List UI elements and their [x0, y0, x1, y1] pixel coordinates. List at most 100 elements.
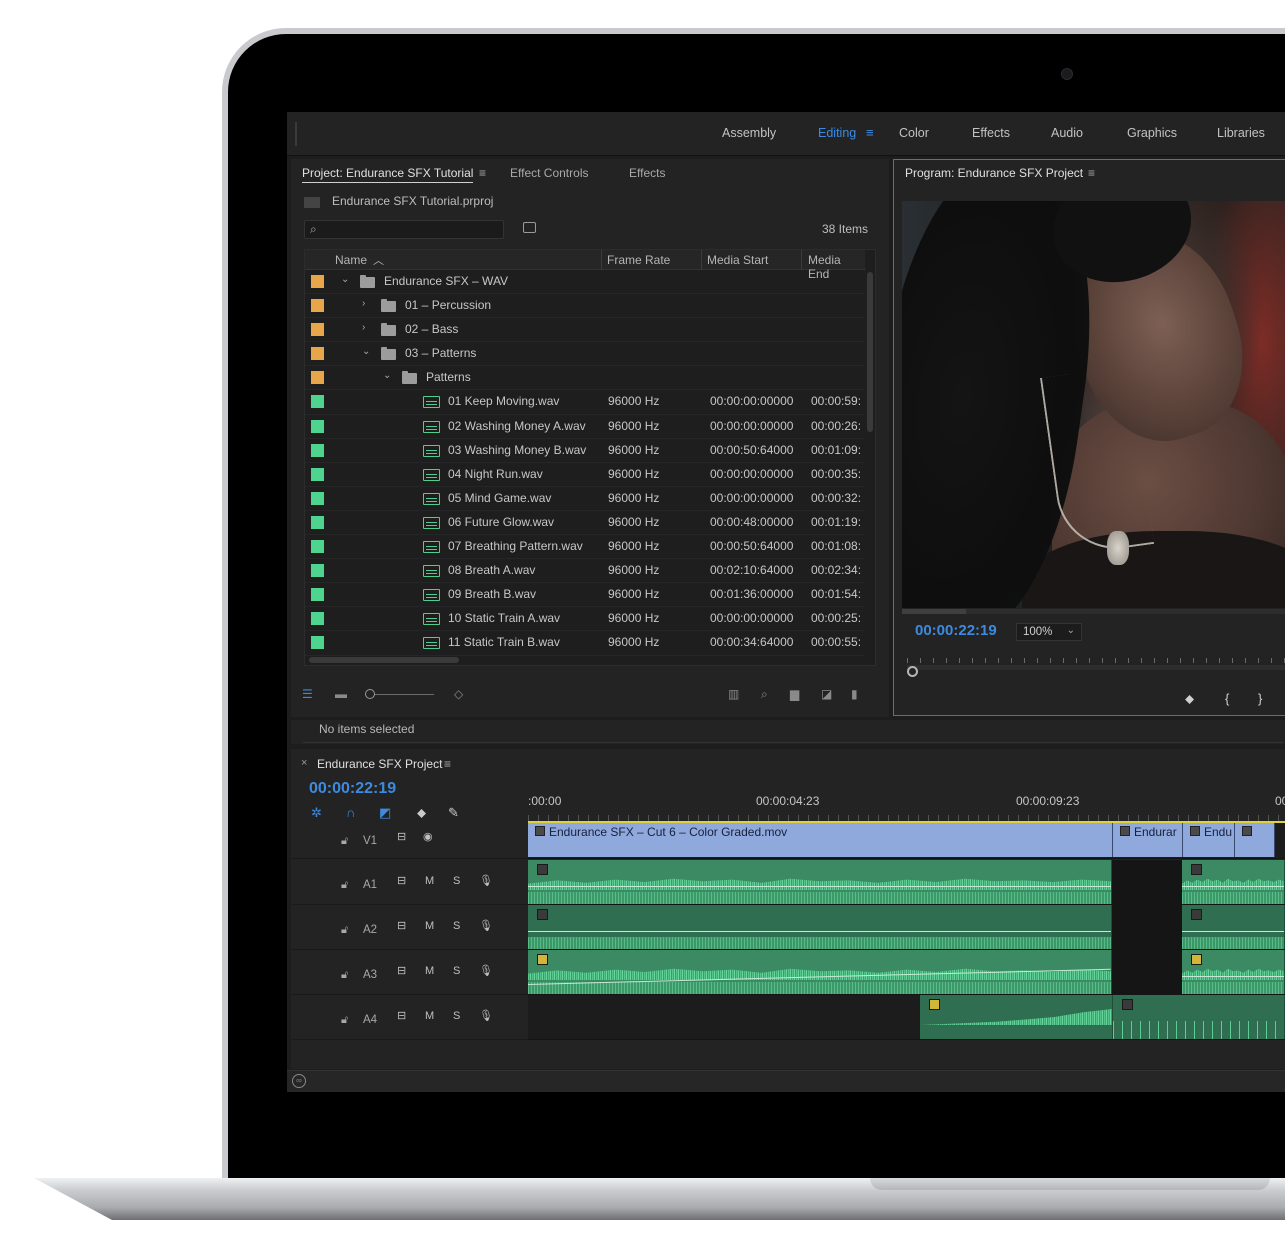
label-color-swatch[interactable] [311, 540, 324, 554]
sync-lock-icon[interactable]: ⊟ [397, 919, 406, 932]
list-item[interactable]: › 01 – Percussion [305, 294, 865, 319]
panel-menu-icon[interactable]: ≡ [1088, 166, 1095, 180]
label-color-swatch[interactable] [311, 371, 324, 385]
creative-cloud-icon[interactable]: ∞ [292, 1074, 306, 1088]
list-item[interactable]: 03 Washing Money B.wav 96000 Hz 00:00:50:6… [305, 439, 865, 463]
track-name[interactable]: V1 [363, 835, 377, 847]
panel-grip[interactable] [295, 122, 297, 146]
new-item-icon[interactable]: ◪ [821, 687, 832, 701]
label-color-swatch[interactable] [311, 323, 324, 337]
new-bin-icon[interactable]: ▆ [790, 687, 799, 701]
microphone-icon[interactable]: 🎙︎ [479, 1009, 493, 1022]
volume-line[interactable] [1182, 976, 1284, 977]
timeline-timecode[interactable]: 00:00:22:19 [309, 780, 396, 798]
wrench-icon[interactable]: ✎ [448, 805, 459, 821]
volume-line[interactable] [528, 886, 1111, 887]
audio-clip[interactable] [1182, 950, 1285, 994]
label-color-swatch[interactable] [311, 467, 324, 481]
chevron-right-icon[interactable]: › [362, 298, 365, 309]
column-divider[interactable] [801, 250, 802, 270]
solo-button[interactable]: S [453, 965, 460, 977]
panel-menu-icon[interactable]: ≡ [444, 757, 451, 771]
program-timecode[interactable]: 00:00:22:19 [915, 622, 997, 639]
sync-lock-icon[interactable]: ⊟ [397, 874, 406, 887]
mute-button[interactable]: M [425, 920, 434, 932]
chevron-down-icon[interactable]: ⌄ [341, 274, 349, 285]
zoom-slider-track[interactable] [370, 694, 434, 695]
label-color-swatch[interactable] [311, 299, 324, 313]
vertical-scrollbar[interactable] [867, 272, 873, 432]
list-item[interactable]: 11 Static Train B.wav 96000 Hz 00:00:34:64… [305, 631, 865, 656]
audio-clip[interactable] [1113, 995, 1285, 1039]
video-clip[interactable]: Endurar [1113, 823, 1183, 857]
list-item[interactable]: 07 Breathing Pattern.wav 96000 Hz 00:00:50… [305, 535, 865, 560]
audio-clip[interactable] [528, 950, 1112, 994]
tab-assembly[interactable]: Assembly [722, 126, 776, 140]
mute-button[interactable]: M [425, 1010, 434, 1022]
list-item[interactable]: 04 Night Run.wav 96000 Hz 00:00:00:00000 00… [305, 463, 865, 487]
track-name[interactable]: A4 [363, 1014, 377, 1026]
sequence-title[interactable]: Endurance SFX Project [317, 757, 442, 771]
list-item[interactable]: 01 Keep Moving.wav 96000 Hz 00:00:00:00000… [305, 390, 865, 415]
list-item[interactable]: 06 Future Glow.wav 96000 Hz 00:00:48:00000… [305, 511, 865, 536]
label-color-swatch[interactable] [311, 275, 324, 288]
label-color-swatch[interactable] [311, 491, 324, 505]
column-divider[interactable] [601, 250, 602, 270]
close-icon[interactable]: × [301, 757, 307, 769]
track-name[interactable]: A3 [363, 969, 377, 981]
lock-icon[interactable]: 🔓︎ [341, 969, 348, 982]
track-name[interactable]: A1 [363, 879, 377, 891]
tab-effect-controls[interactable]: Effect Controls [510, 166, 588, 180]
tab-project[interactable]: Project: Endurance SFX Tutorial [302, 166, 474, 183]
horizontal-scrollbar[interactable] [309, 657, 459, 663]
tab-graphics[interactable]: Graphics [1127, 126, 1177, 140]
tab-effects-panel[interactable]: Effects [629, 166, 665, 180]
automate-to-sequence-icon[interactable]: ▥ [728, 687, 739, 701]
solo-button[interactable]: S [453, 1010, 460, 1022]
video-clip[interactable]: Endu [1183, 823, 1235, 857]
trash-icon[interactable]: ▮ [851, 687, 858, 701]
mute-button[interactable]: M [425, 965, 434, 977]
lock-icon[interactable]: 🔓︎ [341, 879, 348, 892]
column-divider[interactable] [701, 250, 702, 270]
label-color-swatch[interactable] [311, 395, 324, 409]
column-frame-rate[interactable]: Frame Rate [607, 253, 670, 267]
find-icon[interactable]: ⌕ [761, 687, 768, 702]
list-item[interactable]: 09 Breath B.wav 96000 Hz 00:01:36:00000 00:… [305, 583, 865, 608]
zoom-select[interactable]: 100% ⌄ [1016, 623, 1082, 641]
tab-editing[interactable]: Editing [818, 126, 856, 140]
column-name[interactable]: Name [335, 253, 367, 267]
timeline-ruler[interactable] [528, 815, 1285, 821]
tab-color[interactable]: Color [899, 126, 929, 140]
list-item[interactable]: 05 Mind Game.wav 96000 Hz 00:00:00:00000 00… [305, 487, 865, 511]
list-item[interactable]: › 02 – Bass [305, 318, 865, 343]
audio-clip[interactable] [528, 860, 1112, 904]
label-color-swatch[interactable] [311, 612, 324, 626]
program-scrub-bar[interactable] [902, 609, 1285, 614]
nest-icon[interactable]: ✲ [311, 805, 322, 821]
add-marker-icon[interactable]: ⬥ [1185, 691, 1194, 707]
microphone-icon[interactable]: 🎙︎ [479, 919, 493, 932]
lock-icon[interactable]: 🔓︎ [341, 924, 348, 937]
chevron-down-icon[interactable]: ⌄ [362, 346, 370, 357]
linked-selection-icon[interactable]: ◩ [379, 805, 391, 821]
add-marker-icon[interactable]: ⬥ [417, 805, 426, 821]
mark-out-icon[interactable]: } [1258, 691, 1262, 706]
solo-button[interactable]: S [453, 875, 460, 887]
chevron-down-icon[interactable]: ⌄ [383, 370, 391, 381]
tab-effects[interactable]: Effects [972, 126, 1010, 140]
column-media-start[interactable]: Media Start [707, 253, 768, 267]
lock-icon[interactable]: 🔓︎ [341, 835, 348, 848]
list-item[interactable]: 10 Static Train A.wav 96000 Hz 00:00:00:00… [305, 607, 865, 632]
lock-icon[interactable]: 🔓︎ [341, 1014, 348, 1027]
zoom-slider-knob[interactable] [365, 689, 375, 699]
label-color-swatch[interactable] [311, 347, 324, 361]
list-item[interactable]: ⌄ 03 – Patterns [305, 342, 865, 367]
video-clip[interactable]: Endurance SFX – Cut 6 – Color Graded.mov [528, 823, 1113, 857]
list-item[interactable]: 08 Breath A.wav 96000 Hz 00:02:10:64000 00:… [305, 559, 865, 584]
mute-button[interactable]: M [425, 875, 434, 887]
icon-view-icon[interactable]: ▬ [335, 687, 347, 701]
audio-clip[interactable] [1182, 905, 1285, 949]
track-name[interactable]: A2 [363, 924, 377, 936]
label-color-swatch[interactable] [311, 419, 324, 433]
